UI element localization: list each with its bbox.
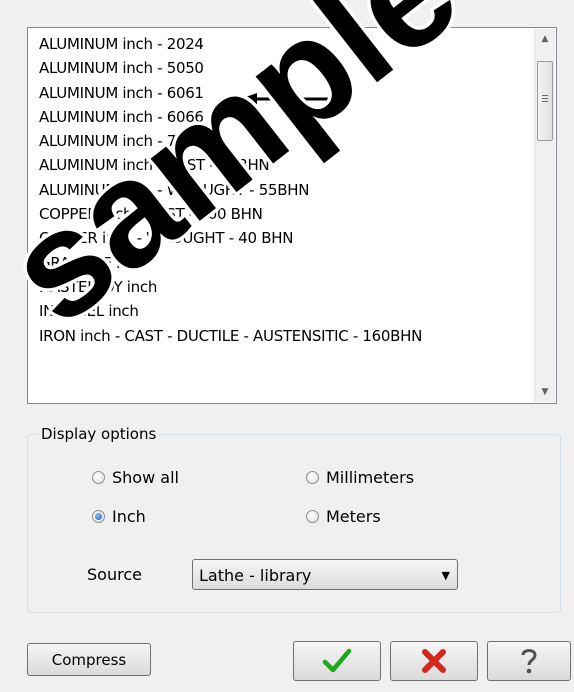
radio-button-icon[interactable] [92,471,105,484]
display-options-legend: Display options [41,425,157,443]
list-item[interactable]: ALUMINUM inch - WROUGHT - 55BHN [28,178,532,202]
ok-button[interactable] [293,641,381,681]
annotation-arrow-icon [240,93,330,105]
list-item[interactable]: COPPER inch - CAST - 100 BHN [28,202,532,226]
source-dropdown[interactable]: Lathe - library ▼ [192,559,458,590]
meters-label: Meters [326,507,381,526]
grip-line [542,101,548,102]
millimeters-label: Millimeters [326,468,415,487]
dropdown-caret-icon: ▼ [441,569,450,582]
radio-button-icon[interactable] [306,471,319,484]
grip-line [542,95,548,96]
show-all-label: Show all [112,468,179,487]
radio-button-icon[interactable] [306,510,319,523]
list-item[interactable]: IRON inch - CAST - DUCTILE - AUSTENSITIC… [28,324,532,348]
compress-button[interactable]: Compress [27,643,151,676]
scroll-thumb[interactable] [537,61,553,141]
help-button[interactable] [487,641,571,681]
source-dropdown-value: Lathe - library [199,566,312,585]
meters-radio[interactable]: Meters [306,507,381,526]
list-item[interactable]: HASTELLOY inch [28,275,532,299]
show-all-radio[interactable]: Show all [92,468,179,487]
grip-line [542,98,548,99]
radio-dot-icon [95,513,102,520]
list-item[interactable]: INCONEL inch [28,299,532,323]
red-x-icon [422,649,446,673]
list-item[interactable]: ALUMINUM inch - 5050 [28,56,532,80]
vertical-scrollbar[interactable]: ▲ ▼ [534,29,555,402]
material-list-items: ALUMINUM inch - 2024 ALUMINUM inch - 505… [28,32,532,348]
material-listbox[interactable]: ALUMINUM inch - 2024 ALUMINUM inch - 505… [27,27,557,404]
millimeters-radio[interactable]: Millimeters [306,468,414,487]
inch-radio[interactable]: Inch [92,507,146,526]
source-label: Source [87,565,142,584]
list-item[interactable]: ALUMINUM inch - 2024 [28,32,532,56]
list-item[interactable]: ALUMINUM inch - CAST - 65BHN [28,153,532,177]
scroll-up-arrow-icon[interactable]: ▲ [535,29,555,49]
inch-label: Inch [112,507,146,526]
help-question-icon [521,649,537,674]
scroll-down-arrow-icon[interactable]: ▼ [535,382,555,402]
cancel-button[interactable] [390,641,478,681]
list-item[interactable]: COPPER inch - WROUGHT - 40 BHN [28,226,532,250]
list-item[interactable]: ALUMINUM inch - 6066 [28,105,532,129]
checkmark-icon [322,648,352,673]
list-item[interactable]: GRAPHITE inch [28,251,532,275]
list-item[interactable]: ALUMINUM inch - 7075 [28,129,532,153]
radio-button-selected-icon[interactable] [92,510,105,523]
